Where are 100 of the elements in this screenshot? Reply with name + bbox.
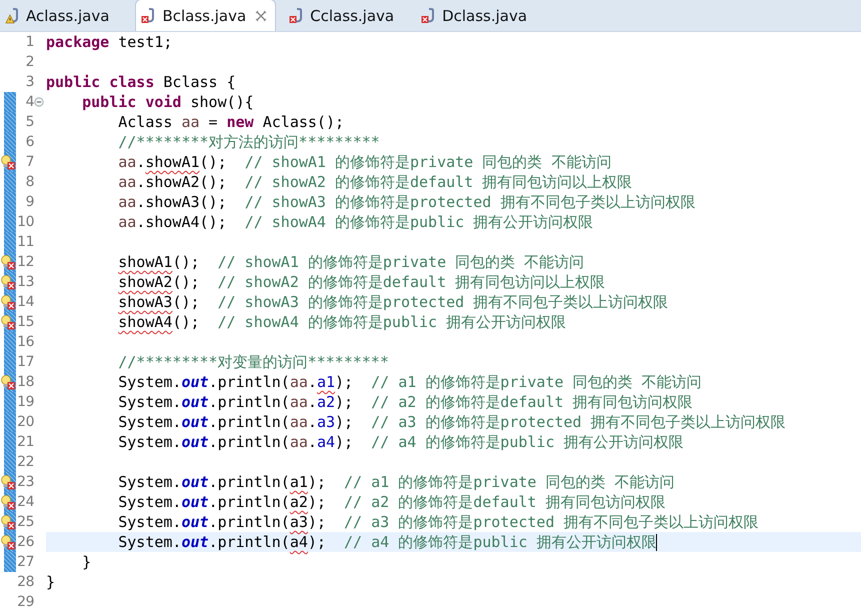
static-field: out [181,493,209,511]
code-text: show(){ [189,93,254,111]
static-field: out [181,433,209,451]
editor-tab[interactable]: Bclass.java [135,0,276,31]
code-text: .showA3(); [136,193,228,211]
code-text: ); [308,513,327,531]
code-comment: // showA3 的修饰符是protected 拥有不同包子类以上访问权限 [218,292,668,312]
field-name: a1 [316,373,335,391]
code-text: (); [172,313,201,331]
code-text: ); [308,493,327,511]
editor-tab[interactable]: Cclass.java [284,0,408,31]
static-field: out [181,513,209,531]
keyword: public void [82,93,182,111]
line-number: 4 [24,94,34,110]
line-number: 29 [16,594,34,610]
keyword: new [226,113,254,131]
variable-name: aa [290,393,308,411]
error-marker-icon[interactable] [0,374,16,390]
line-number: 3 [24,74,34,90]
variable-name: aa [290,433,308,451]
line-number: 14 [16,294,34,310]
line-number: 28 [16,574,34,590]
editor-tab[interactable]: Aclass.java [0,0,124,31]
line-number: 8 [24,174,34,190]
code-text: Aclass(); [262,113,344,131]
code-text: ); [308,473,327,491]
field-name: a2 [316,393,335,411]
line-number: 24 [16,494,34,510]
error-marker-icon[interactable] [0,154,16,170]
code-comment: // a1 的修饰符是private 同包的类 不能访问 [344,472,674,492]
code-comment: // showA1 的修饰符是private 同包的类 不能访问 [218,252,584,272]
error-marker-icon[interactable] [0,514,16,530]
line-number: 23 [16,474,34,490]
static-field: out [181,393,209,411]
code-text: . [136,153,146,171]
code-text: .println( [208,373,290,391]
line-number: 18 [16,374,34,390]
code-text: .println( [208,473,290,491]
keyword: public class [46,73,154,91]
line-number: 2 [24,54,34,70]
editor-tab[interactable]: Dclass.java [416,0,542,31]
code-text: System. [118,433,182,451]
line-number: 25 [16,514,34,530]
static-field: out [181,473,209,491]
code-text: Aclass [118,113,174,131]
line-number: 22 [16,454,34,470]
line-number: 20 [16,414,34,430]
code-text: System. [118,473,182,491]
static-field: out [181,413,209,431]
code-comment: // showA2 的修饰符是default 拥有同包访问以上权限 [244,172,632,192]
code-text: a1 [290,473,308,491]
code-text: .println( [208,393,290,411]
error-marker-icon[interactable] [0,494,16,510]
code-text: showA1 [118,253,172,271]
line-number: 13 [16,274,34,290]
code-text: .showA2(); [136,173,228,191]
static-field: out [181,373,209,391]
variable-name: aa [181,113,200,131]
error-marker-icon[interactable] [0,254,16,270]
field-name: a4 [316,433,335,451]
code-text: = [208,113,219,131]
line-number: 27 [16,554,34,570]
close-icon[interactable] [255,10,268,22]
error-marker-icon[interactable] [0,314,16,330]
code-text: ); [335,413,354,431]
variable-name: aa [118,213,136,231]
line-number: 1 [24,34,34,50]
code-comment: // showA3 的修饰符是protected 拥有不同包子类以上访问权限 [244,192,696,212]
code-text: System. [118,493,182,511]
code-comment: // a2 的修饰符是default 拥有同包访问权限 [371,392,693,412]
code-comment: // a2 的修饰符是default 拥有同包访问权限 [344,492,666,512]
collapse-icon[interactable] [34,97,44,107]
code-text: .showA4(); [136,213,228,231]
error-marker-icon[interactable] [0,474,16,490]
code-text: ); [308,533,327,551]
code-text: System. [118,533,182,551]
code-comment: // a1 的修饰符是private 同包的类 不能访问 [371,372,702,392]
code-comment: // a3 的修饰符是protected 拥有不同包子类以上访问权限 [371,412,786,432]
error-marker-icon[interactable] [0,274,16,290]
error-marker-icon[interactable] [0,534,16,550]
code-text: . [308,413,317,431]
code-comment: // a3 的修饰符是protected 拥有不同包子类以上访问权限 [344,512,759,532]
code-text: System. [118,393,182,411]
code-text: .println( [208,533,290,551]
line-number: 6 [24,134,34,150]
code-text: Bclass { [162,73,236,91]
code-text: .println( [208,493,290,511]
code-text: (); [200,153,228,171]
code-text: showA3 [118,293,172,311]
error-marker-icon[interactable] [0,294,16,310]
text-cursor [656,534,658,550]
code-text: a2 [290,493,308,511]
code-text: .println( [208,513,290,531]
code-text: (); [172,273,201,291]
code-comment: // showA2 的修饰符是default 拥有同包访问以上权限 [218,272,606,292]
code-comment: // a4 的修饰符是public 拥有公开访问权限 [371,432,684,452]
variable-name: aa [290,373,308,391]
variable-name: aa [118,173,136,191]
keyword: package [46,33,110,51]
line-number: 15 [16,314,34,330]
